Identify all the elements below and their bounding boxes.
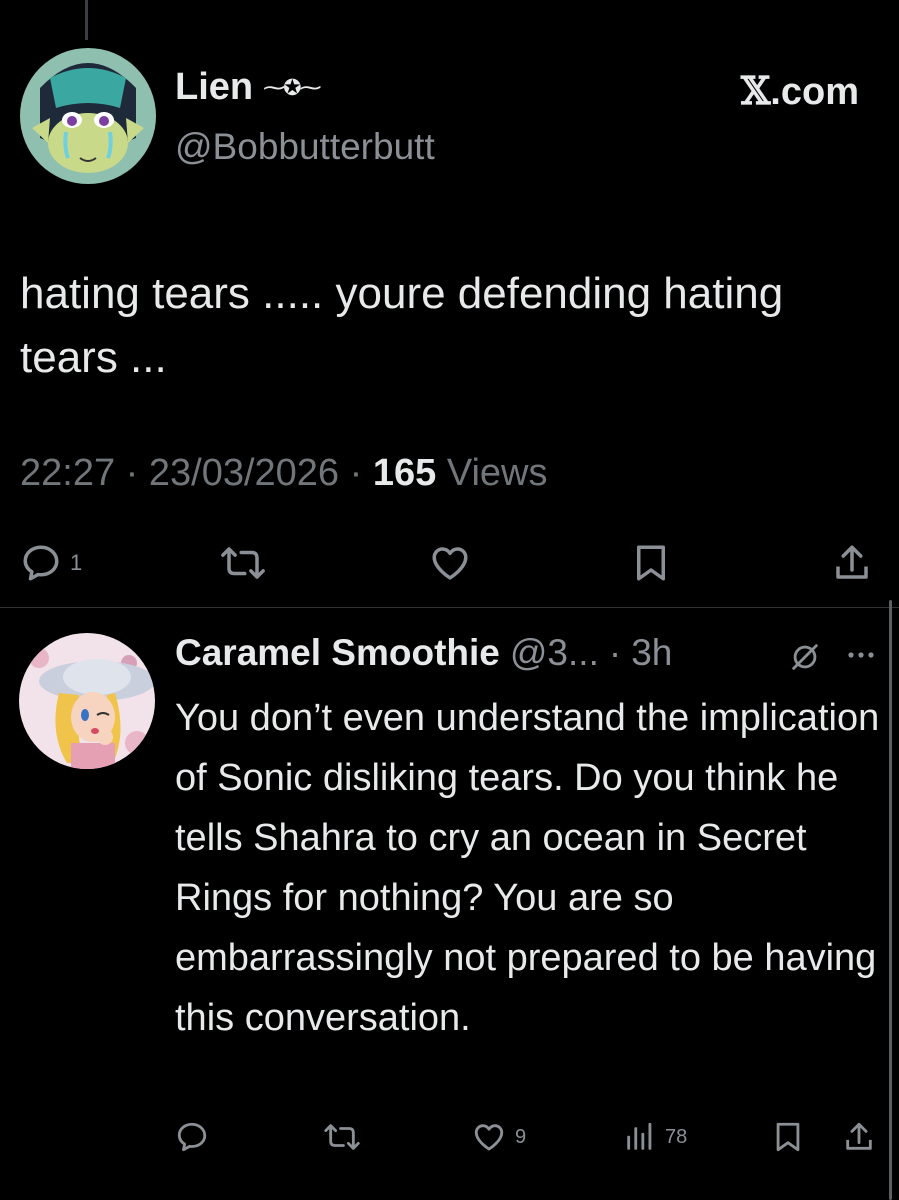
share-button[interactable]	[832, 542, 872, 584]
tweet-actions: 1	[20, 542, 878, 592]
reply-time[interactable]: 3h	[631, 632, 672, 674]
views-label: Views	[446, 452, 548, 494]
bookmark-icon	[776, 1122, 800, 1152]
bookmark-button[interactable]	[632, 542, 670, 584]
reply-icon	[177, 1122, 207, 1152]
reply-header: Caramel Smoothie @3... · 3h	[175, 632, 672, 674]
share-icon	[836, 545, 868, 579]
divider	[0, 607, 899, 608]
reply-icon	[23, 545, 59, 581]
reply-actions: 9 78	[175, 1120, 885, 1164]
author-display-name[interactable]: Lien	[175, 66, 253, 109]
x-logo: 𝕏.com	[741, 68, 859, 114]
reply-retweet-button[interactable]	[323, 1120, 361, 1154]
more-options-icon[interactable]	[846, 645, 876, 670]
reply-text: You don’t even understand the implicatio…	[175, 697, 880, 1039]
retweet-button[interactable]	[220, 542, 266, 584]
tweet-text: hating tears ..... youre defending hatin…	[20, 269, 784, 382]
share-icon	[846, 1122, 872, 1150]
tweet-date[interactable]: 23/03/2026	[149, 452, 339, 494]
author-name-row[interactable]: Lien ⁓✪⁓	[175, 66, 322, 109]
like-icon	[474, 1124, 504, 1151]
author-handle[interactable]: @Bobbutterbutt	[175, 126, 435, 168]
name-emoji: ⁓✪⁓	[263, 74, 321, 100]
reply-button[interactable]: 1	[20, 542, 82, 584]
grok-icon[interactable]	[788, 640, 822, 679]
like-icon	[432, 547, 468, 580]
bookmark-icon	[637, 545, 665, 581]
x-logo-text: .com	[770, 71, 859, 113]
reply-share-button[interactable]	[843, 1120, 875, 1154]
meta-separator: ·	[349, 452, 363, 494]
reply-bookmark-button[interactable]	[773, 1120, 803, 1154]
retweet-icon	[221, 547, 265, 579]
thread-connector-line	[85, 0, 88, 40]
author-avatar[interactable]	[20, 48, 156, 184]
reply-display-name[interactable]: Caramel Smoothie	[175, 632, 500, 674]
scrollbar[interactable]	[889, 600, 892, 1200]
like-count: 9	[515, 1125, 527, 1148]
views-count: 165	[372, 452, 437, 494]
reply-author-avatar[interactable]	[19, 633, 155, 769]
tweet-time[interactable]: 22:27	[20, 452, 115, 494]
reply-separator: ·	[608, 632, 622, 673]
reply-reply-button[interactable]	[175, 1120, 209, 1154]
reply-views-button[interactable]: 78	[623, 1120, 687, 1154]
reply-like-button[interactable]: 9	[471, 1120, 526, 1154]
views-count: 78	[665, 1125, 688, 1148]
x-logo-glyph: 𝕏	[740, 68, 771, 113]
reply-count: 1	[70, 550, 83, 575]
meta-separator: ·	[125, 452, 139, 494]
views-icon	[627, 1122, 652, 1150]
tweet-meta: 22:27 · 23/03/2026 · 165 Views	[20, 452, 548, 495]
retweet-icon	[324, 1124, 360, 1150]
reply-handle[interactable]: @3...	[510, 632, 599, 674]
like-button[interactable]	[428, 542, 472, 584]
